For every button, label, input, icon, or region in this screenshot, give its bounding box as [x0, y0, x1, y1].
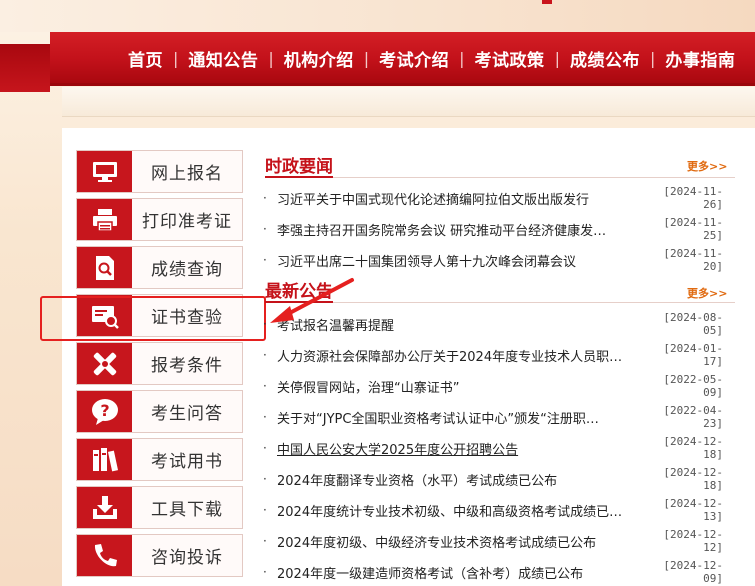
list-item: · 2024年度翻译专业资格（水平）考试成绩已公布 [2024-12-18] [263, 466, 723, 492]
sidebar-item-print-ticket[interactable]: 打印准考证 [76, 198, 243, 241]
nav-notices[interactable]: 通知公告 [188, 46, 258, 71]
notice-date: [2024-01-17] [663, 342, 723, 368]
nav-exam-intro[interactable]: 考试介绍 [379, 46, 449, 71]
notice-date: [2022-04-23] [663, 404, 723, 430]
notice-title[interactable]: 人力资源社会保障部办公厅关于2024年度专业技术人员职… [277, 346, 639, 365]
sidebar-item-label: 网上报名 [151, 164, 223, 184]
politics-divider [265, 176, 735, 178]
news-title[interactable]: 习近平出席二十国集团领导人第十九次峰会闭幕会议 [277, 251, 639, 270]
list-item: · 2024年度统计专业技术初级、中级和高级资格考试成绩已… [2024-12-… [263, 497, 723, 523]
nav-exam-policy[interactable]: 考试政策 [475, 46, 545, 71]
sidebar-item-label: 工具下载 [151, 500, 223, 520]
books-icon [77, 439, 132, 480]
banner-mark [542, 0, 552, 4]
sidebar-item-conditions[interactable]: 报考条件 [76, 342, 243, 385]
notice-title[interactable]: 关停假冒网站，治理“山寨证书” [277, 377, 639, 396]
printer-icon [77, 199, 132, 240]
list-item: · 李强主持召开国务院常务会议 研究推动平台经济健康发… [2024-11-25… [263, 216, 723, 242]
nav-scores[interactable]: 成绩公布 [570, 46, 640, 71]
news-date: [2024-11-25] [663, 216, 723, 242]
list-item: · 关停假冒网站，治理“山寨证书” [2022-05-09] [263, 373, 723, 399]
sidebar-item-books[interactable]: 考试用书 [76, 438, 243, 481]
list-item: · 2024年度初级、中级经济专业技术资格考试成绩已公布 [2024-12-12… [263, 528, 723, 554]
notices-more-link[interactable]: 更多>> [687, 285, 727, 301]
notice-date: [2024-12-12] [663, 528, 723, 554]
sidebar-item-complaints[interactable]: 咨询投诉 [76, 534, 243, 577]
notice-date: [2024-12-18] [663, 466, 723, 492]
list-item: · 人力资源社会保障部办公厅关于2024年度专业技术人员职… [2024-01-… [263, 342, 723, 368]
nav-guide[interactable]: 办事指南 [665, 46, 735, 71]
document-search-icon [77, 247, 132, 288]
list-item: · 习近平关于中国式现代化论述摘编阿拉伯文版出版发行 [2024-11-26] [263, 185, 723, 211]
sidebar-item-label: 咨询投诉 [151, 548, 223, 568]
monitor-icon [77, 151, 132, 192]
news-date: [2024-11-20] [663, 247, 723, 273]
notice-title[interactable]: 2024年度统计专业技术初级、中级和高级资格考试成绩已… [277, 501, 639, 520]
sidebar-item-score-query[interactable]: 成绩查询 [76, 246, 243, 289]
notice-date: [2024-12-13] [663, 497, 723, 523]
annotation-arrow-icon [270, 278, 354, 323]
notice-title[interactable]: 2024年度初级、中级经济专业技术资格考试成绩已公布 [277, 532, 639, 551]
politics-section-title: 时政要闻 [265, 157, 333, 177]
sub-bar [62, 87, 755, 117]
notice-title[interactable]: 2024年度一级建造师资格考试（含补考）成绩已公布 [277, 563, 639, 582]
svg-text:?: ? [100, 401, 109, 420]
nav-about[interactable]: 机构介绍 [284, 46, 354, 71]
list-item: · 习近平出席二十国集团领导人第十九次峰会闭幕会议 [2024-11-20] [263, 247, 723, 273]
notice-date: [2024-12-09] [663, 559, 723, 585]
top-banner [0, 0, 755, 32]
download-icon [77, 487, 132, 528]
highlight-box [40, 296, 266, 341]
notice-date: [2022-05-09] [663, 373, 723, 399]
list-item: · 中国人民公安大学2025年度公开招聘公告 [2024-12-18] [263, 435, 723, 461]
news-title[interactable]: 李强主持召开国务院常务会议 研究推动平台经济健康发… [277, 220, 639, 239]
notice-title[interactable]: 关于对“JYPC全国职业资格考试认证中心”颁发“注册职… [277, 408, 639, 427]
sidebar-item-online-register[interactable]: 网上报名 [76, 150, 243, 193]
notice-title[interactable]: 2024年度翻译专业资格（水平）考试成绩已公布 [277, 470, 639, 489]
sidebar-item-label: 考试用书 [151, 452, 223, 472]
sidebar-item-label: 考生问答 [151, 404, 223, 424]
sidebar-item-downloads[interactable]: 工具下载 [76, 486, 243, 529]
news-date: [2024-11-26] [663, 185, 723, 211]
sidebar-item-label: 打印准考证 [142, 212, 232, 232]
main-nav: 首页 | 通知公告 | 机构介绍 | 考试介绍 | 考试政策 | 成绩公布 | … [50, 32, 755, 86]
sidebar-item-label: 成绩查询 [151, 260, 223, 280]
notice-title[interactable]: 中国人民公安大学2025年度公开招聘公告 [277, 439, 639, 458]
notice-date: [2024-12-18] [663, 435, 723, 461]
list-item: · 关于对“JYPC全国职业资格考试认证中心”颁发“注册职… [2022-04-… [263, 404, 723, 430]
question-icon: ? [77, 391, 132, 432]
sidebar-item-label: 报考条件 [151, 356, 223, 376]
left-band [0, 44, 50, 92]
news-title[interactable]: 习近平关于中国式现代化论述摘编阿拉伯文版出版发行 [277, 189, 639, 208]
phone-icon [77, 535, 132, 576]
nav-home[interactable]: 首页 [128, 46, 163, 71]
tools-icon [77, 343, 132, 384]
sidebar-item-faq[interactable]: ? 考生问答 [76, 390, 243, 433]
notice-date: [2024-08-05] [663, 311, 723, 337]
politics-more-link[interactable]: 更多>> [687, 158, 727, 174]
list-item: · 2024年度一级建造师资格考试（含补考）成绩已公布 [2024-12-09] [263, 559, 723, 585]
